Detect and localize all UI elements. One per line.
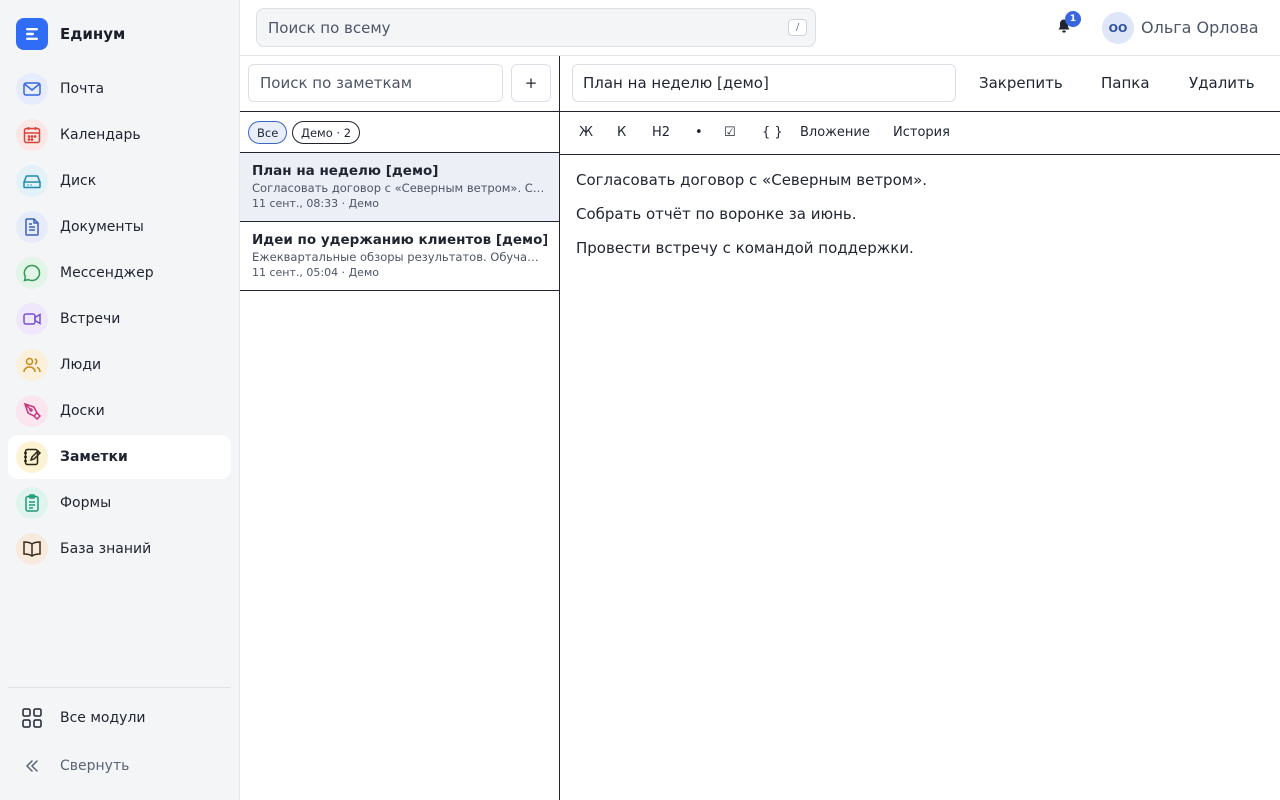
video-icon — [16, 303, 48, 335]
clipboard-icon — [16, 487, 48, 519]
formatting-toolbar: Ж К H2 • ☑ { } Вложение История — [560, 111, 1280, 155]
sidebar-item-label: База знаний — [60, 541, 152, 557]
italic-button[interactable]: К — [617, 125, 626, 140]
global-search-input[interactable]: Поиск по всему / — [256, 8, 816, 47]
sidebar-item-label: Формы — [60, 495, 112, 511]
all-modules-button[interactable]: Все модули — [8, 698, 231, 738]
collapse-label: Свернуть — [60, 758, 130, 774]
document-icon — [16, 211, 48, 243]
grid-icon — [16, 702, 48, 734]
note-list-item[interactable]: Идеи по удержанию клиентов [демо] Ежеква… — [240, 222, 559, 291]
note-editor: План на неделю [демо] Закрепить Папка Уд… — [560, 56, 1280, 800]
heading2-button[interactable]: H2 — [652, 125, 670, 140]
sidebar-item-boards[interactable]: Доски — [8, 389, 231, 433]
sidebar-item-label: Мессенджер — [60, 265, 154, 281]
note-paragraph[interactable]: Согласовать договор с «Северным ветром». — [576, 170, 927, 204]
filter-chip-all[interactable]: Все — [248, 121, 288, 144]
history-button[interactable]: История — [893, 125, 950, 140]
notes-icon — [16, 441, 48, 473]
drive-icon — [16, 165, 48, 197]
sidebar-item-label: Документы — [60, 219, 144, 235]
sidebar-item-documents[interactable]: Документы — [8, 205, 231, 249]
app-logo-icon — [16, 18, 48, 50]
sidebar-item-notes[interactable]: Заметки — [8, 435, 231, 479]
sidebar-item-label: Заметки — [60, 449, 128, 465]
folder-button[interactable]: Папка — [1101, 74, 1150, 92]
sidebar-item-label: Почта — [60, 81, 105, 97]
notes-filter-bar: Все Демо · 2 — [240, 111, 559, 153]
note-list-item[interactable]: План на неделю [демо] Согласовать догово… — [240, 153, 559, 222]
sidebar-item-knowledge-base[interactable]: База знаний — [8, 527, 231, 571]
sidebar-divider — [8, 687, 230, 688]
sidebar-item-forms[interactable]: Формы — [8, 481, 231, 525]
sidebar-item-label: Календарь — [60, 127, 141, 143]
brand[interactable]: Единум — [16, 18, 125, 50]
sidebar-item-label: Диск — [60, 173, 97, 189]
note-body[interactable]: Согласовать договор с «Северным ветром».… — [576, 170, 927, 272]
pen-icon — [16, 395, 48, 427]
collapse-sidebar-button[interactable]: Свернуть — [8, 746, 231, 786]
note-paragraph[interactable]: Собрать отчёт по воронке за июнь. — [576, 204, 927, 238]
global-search-placeholder: Поиск по всему — [268, 18, 391, 37]
chat-icon — [16, 257, 48, 289]
bold-button[interactable]: Ж — [579, 125, 593, 140]
notes-list-panel: Поиск по заметкам + Все Демо · 2 План на… — [240, 56, 560, 800]
user-name[interactable]: Ольга Орлова — [1141, 18, 1259, 37]
note-title: План на неделю [демо] — [252, 163, 439, 179]
notes-search-input[interactable]: Поиск по заметкам — [248, 64, 503, 102]
delete-button[interactable]: Удалить — [1189, 74, 1255, 92]
sidebar: Единум Почта Календарь Диск Документы Ме… — [0, 0, 240, 800]
sidebar-item-messenger[interactable]: Мессенджер — [8, 251, 231, 295]
sidebar-item-label: Встречи — [60, 311, 121, 327]
note-paragraph[interactable]: Провести встречу с командой поддержки. — [576, 238, 927, 272]
search-shortcut-hint: / — [788, 19, 807, 36]
sidebar-item-people[interactable]: Люди — [8, 343, 231, 387]
note-title-input[interactable]: План на неделю [демо] — [572, 64, 956, 102]
sidebar-item-label: Люди — [60, 357, 102, 373]
sidebar-item-mail[interactable]: Почта — [8, 67, 231, 111]
sidebar-item-label: Доски — [60, 403, 105, 419]
app-name: Единум — [60, 25, 126, 43]
pin-button[interactable]: Закрепить — [979, 74, 1063, 92]
notification-count-badge: 1 — [1065, 11, 1081, 27]
chevrons-left-icon — [16, 750, 48, 782]
note-meta: 11 сент., 08:33 · Демо — [252, 197, 379, 210]
attachment-button[interactable]: Вложение — [800, 125, 870, 140]
note-meta: 11 сент., 05:04 · Демо — [252, 266, 379, 279]
sidebar-item-drive[interactable]: Диск — [8, 159, 231, 203]
book-icon — [16, 533, 48, 565]
avatar[interactable]: ОО — [1102, 12, 1134, 44]
module-nav: Почта Календарь Диск Документы Мессендже… — [8, 67, 231, 573]
add-note-button[interactable]: + — [511, 64, 551, 102]
checklist-button[interactable]: ☑ — [724, 125, 736, 140]
bullet-list-button[interactable]: • — [695, 125, 703, 140]
mail-icon — [16, 73, 48, 105]
sidebar-item-calendar[interactable]: Календарь — [8, 113, 231, 157]
note-snippet: Согласовать договор с «Северным ветром».… — [252, 181, 547, 195]
note-title: Идеи по удержанию клиентов [демо] — [252, 232, 547, 248]
top-bar: Поиск по всему / 1 ОО Ольга Орлова — [240, 0, 1280, 56]
filter-chip-demo[interactable]: Демо · 2 — [292, 121, 361, 144]
sidebar-item-meetings[interactable]: Встречи — [8, 297, 231, 341]
note-snippet: Ежеквартальные обзоры результатов. Обуча… — [252, 250, 547, 264]
code-button[interactable]: { } — [762, 125, 783, 140]
people-icon — [16, 349, 48, 381]
all-modules-label: Все модули — [60, 710, 146, 726]
calendar-icon — [16, 119, 48, 151]
